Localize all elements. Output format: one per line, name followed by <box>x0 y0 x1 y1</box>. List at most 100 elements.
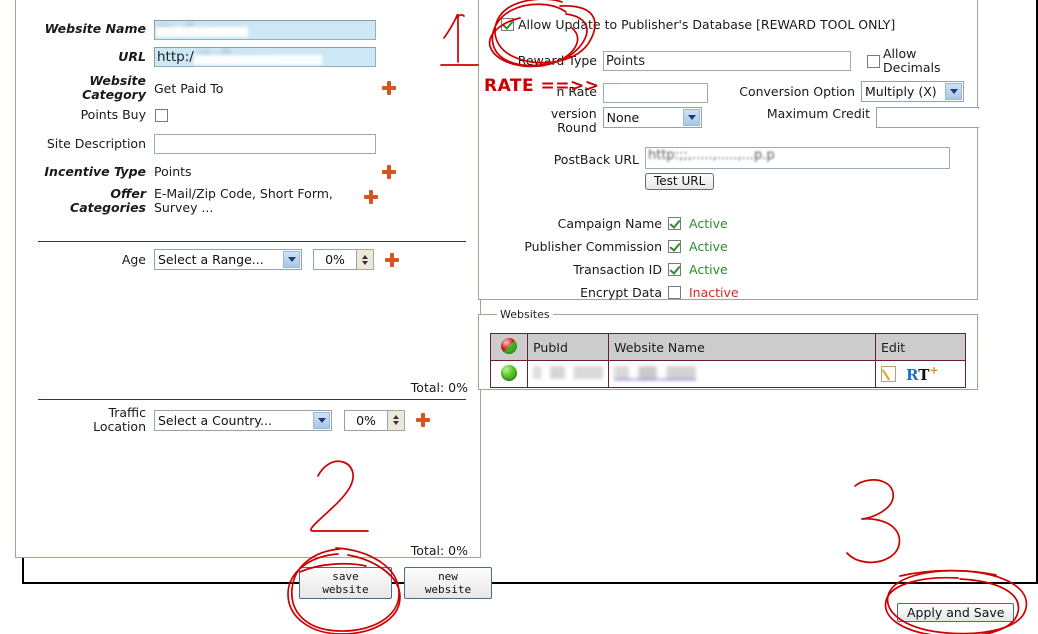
reward-toggles-list: Campaign Name Active Publisher Commissio… <box>479 212 979 304</box>
conversion-rate-input[interactable] <box>603 82 708 103</box>
traffic-location-row: Traffic Location Select a Country... 0% <box>16 406 466 434</box>
maximum-credit-input-wrap[interactable] <box>876 107 979 128</box>
rt-icon-r: R <box>905 366 919 384</box>
traffic-percent-stepper[interactable]: 0% <box>344 409 405 431</box>
age-row: Age Select a Range... 0% <box>16 249 466 270</box>
reward-tool-rt-icon[interactable]: RT+ <box>905 364 939 384</box>
website-name-column-header: Website Name <box>608 333 876 361</box>
traffic-country-select[interactable]: Select a Country... <box>154 409 332 431</box>
age-section-divider <box>38 241 466 242</box>
conversion-round-select[interactable]: None <box>602 107 703 128</box>
spinner-up-icon[interactable] <box>362 254 368 259</box>
add-traffic-location-plus-icon[interactable] <box>416 413 430 427</box>
save-website-button[interactable]: save website <box>299 567 392 599</box>
site-description-input[interactable] <box>154 134 376 154</box>
age-percent-stepper[interactable]: 0% <box>313 249 374 270</box>
offer-categories-row: Offer Categories E-Mail/Zip Code, Short … <box>16 187 466 215</box>
allow-update-label: Allow Update to Publisher's Database [RE… <box>518 17 896 32</box>
encrypt-data-checkbox[interactable] <box>668 286 681 299</box>
offer-categories-value: E-Mail/Zip Code, Short Form, Survey ... <box>154 186 333 215</box>
row-status-cell <box>489 360 529 388</box>
website-category-label-line2: Category <box>82 87 146 102</box>
traffic-total-label: Total: 0% <box>410 543 468 558</box>
chevron-down-icon[interactable] <box>283 251 300 268</box>
test-url-button[interactable]: Test URL <box>645 172 715 190</box>
reward-type-label: Reward Type <box>517 53 597 68</box>
traffic-country-select-value: Select a Country... <box>158 412 272 428</box>
traffic-location-label: Traffic Location <box>16 406 146 434</box>
conversion-round-label-line2: Round <box>557 120 597 135</box>
allow-update-checkbox[interactable] <box>501 18 514 31</box>
row-website-name-cell[interactable] <box>608 360 876 388</box>
edit-pencil-icon[interactable] <box>881 366 896 382</box>
traffic-location-label-line2: Location <box>93 419 146 434</box>
new-website-button[interactable]: new website <box>404 567 492 599</box>
traffic-percent-value[interactable]: 0% <box>344 409 388 431</box>
publisher-commission-checkbox[interactable] <box>668 240 681 253</box>
conversion-round-label-line1: version <box>550 106 597 121</box>
spinner-down-icon[interactable] <box>362 260 368 265</box>
reward-tool-panel: Reward Tool Allow Update to Publisher's … <box>478 0 979 300</box>
url-input[interactable] <box>154 47 376 67</box>
website-information-panel: Website Information Website Name lılı: ₋… <box>15 0 481 558</box>
website-information-legend: Website Information <box>34 0 151 1</box>
postback-url-row: PostBack URL http:;;,.....,.....,...p.p … <box>479 146 979 190</box>
chevron-down-icon[interactable] <box>313 411 330 429</box>
table-row[interactable]: RT+ <box>489 360 966 388</box>
campaign-name-checkbox[interactable] <box>668 217 681 230</box>
website-name-row: Website Name lılı: ₋ƒƒ ₋. <box>16 18 466 40</box>
encrypt-data-status: Inactive <box>689 285 739 300</box>
add-age-range-plus-icon[interactable] <box>385 252 399 267</box>
rt-icon-t: T <box>918 366 930 384</box>
conversion-option-select[interactable]: Multiply (X) <box>861 81 964 103</box>
transaction-id-toggle-row: Transaction ID Active <box>479 258 979 281</box>
add-website-category-plus-icon[interactable] <box>382 81 396 95</box>
reward-tool-legend: Reward Tool <box>497 0 569 1</box>
traffic-location-label-line1: Traffic <box>108 405 146 420</box>
website-name-link-redaction[interactable] <box>614 365 697 380</box>
conversion-option-label: Conversion Option <box>739 83 855 99</box>
chevron-down-icon[interactable] <box>683 109 701 126</box>
offer-categories-label-line2: Categories <box>70 200 146 215</box>
conversion-rate-label: n Rate <box>556 83 597 99</box>
site-description-row: Site Description <box>16 134 466 154</box>
age-percent-spinner-buttons[interactable] <box>357 249 374 270</box>
website-name-input[interactable] <box>154 19 376 40</box>
traffic-percent-spinner-buttons[interactable] <box>388 409 405 431</box>
websites-table: PubId Website Name Edit RT+ <box>489 333 966 388</box>
chevron-down-icon[interactable] <box>945 83 962 101</box>
add-incentive-type-plus-icon[interactable] <box>382 164 396 179</box>
age-range-select[interactable]: Select a Range... <box>154 249 302 270</box>
apply-and-save-button[interactable]: Apply and Save <box>897 603 1015 622</box>
spinner-down-icon[interactable] <box>393 421 399 425</box>
transaction-id-checkbox[interactable] <box>668 263 681 276</box>
spinner-up-icon[interactable] <box>393 415 399 419</box>
website-category-row: Website Category Get Paid To <box>16 74 466 102</box>
points-buy-checkbox[interactable] <box>155 108 168 122</box>
incentive-type-value: Points <box>154 164 192 179</box>
offer-categories-label: Offer Categories <box>16 187 146 215</box>
pubid-column-header: PubId <box>527 333 610 361</box>
age-percent-value[interactable]: 0% <box>313 249 357 270</box>
reward-type-input[interactable] <box>603 51 851 71</box>
publisher-commission-label: Publisher Commission <box>524 238 662 254</box>
url-row: URL lılı ₋ƒƒ₋₋₋₋ . . <box>16 46 466 67</box>
postback-url-input[interactable] <box>645 146 950 169</box>
website-category-label: Website Category <box>16 74 146 102</box>
age-total-label: Total: 0% <box>410 380 468 395</box>
add-offer-category-plus-icon[interactable] <box>364 190 378 204</box>
publisher-commission-toggle-row: Publisher Commission Active <box>479 235 979 258</box>
points-buy-label: Points Buy <box>80 107 146 122</box>
publisher-commission-status: Active <box>689 239 728 254</box>
encrypt-data-label: Encrypt Data <box>580 284 662 300</box>
reward-type-row: Reward Type Allow Decimals <box>479 47 979 75</box>
campaign-name-toggle-row: Campaign Name Active <box>479 212 979 235</box>
incentive-type-label: Incentive Type <box>44 163 146 179</box>
conversion-option-select-value: Multiply (X) <box>865 84 937 100</box>
points-buy-row: Points Buy <box>16 108 466 122</box>
maximum-credit-input[interactable] <box>880 108 979 127</box>
app-page: Website Information Website Name lılı: ₋… <box>0 0 1038 634</box>
website-name-label: Website Name <box>44 20 146 36</box>
allow-decimals-checkbox[interactable] <box>867 54 880 68</box>
site-description-label: Site Description <box>46 136 146 151</box>
